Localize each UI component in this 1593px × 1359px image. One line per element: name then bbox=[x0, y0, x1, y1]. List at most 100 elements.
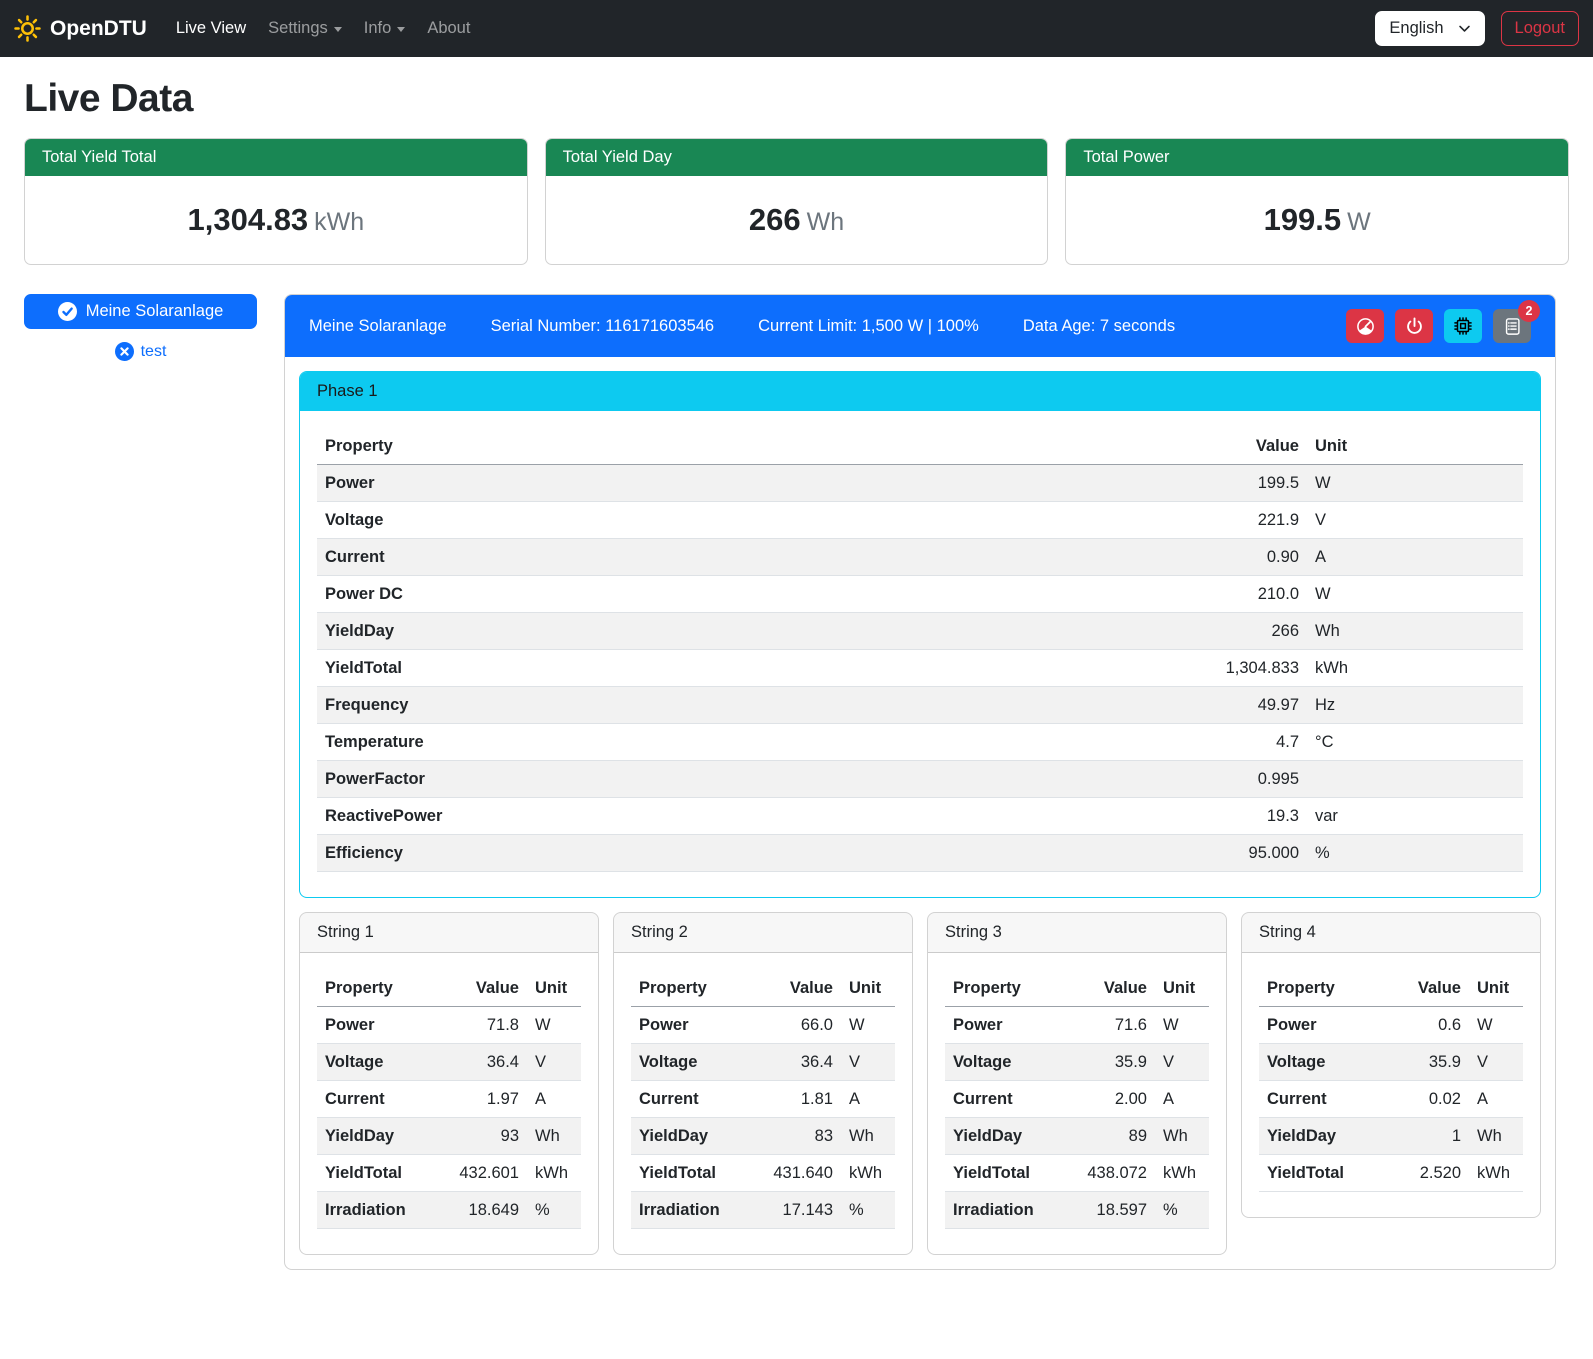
limit-settings-button[interactable] bbox=[1346, 309, 1384, 343]
string-table: PropertyValueUnitPower71.6WVoltage35.9VC… bbox=[945, 970, 1209, 1229]
value-cell: 438.072 bbox=[1063, 1155, 1155, 1192]
table-row: Voltage36.4V bbox=[317, 1044, 581, 1081]
table-row: Voltage36.4V bbox=[631, 1044, 895, 1081]
table-row: Current0.90A bbox=[317, 539, 1523, 576]
unit-cell bbox=[1307, 761, 1523, 798]
property-cell: Irradiation bbox=[945, 1192, 1063, 1229]
unit-cell: % bbox=[1155, 1192, 1209, 1229]
property-cell: YieldTotal bbox=[631, 1155, 749, 1192]
property-cell: Power bbox=[317, 1007, 435, 1044]
device-info-button[interactable] bbox=[1444, 309, 1482, 343]
value-cell: 17.143 bbox=[749, 1192, 841, 1229]
chevron-down-icon bbox=[334, 27, 342, 32]
property-cell: Temperature bbox=[317, 724, 1157, 761]
inverter-select-label: Meine Solaranlage bbox=[86, 302, 224, 321]
value-cell: 0.6 bbox=[1377, 1007, 1469, 1044]
phase-header: Phase 1 bbox=[300, 372, 1540, 411]
nav-menu: Live View Settings Info About bbox=[165, 10, 482, 47]
unit-cell: Wh bbox=[1155, 1118, 1209, 1155]
nav-item-settings[interactable]: Settings bbox=[257, 10, 353, 47]
value-cell: 0.995 bbox=[1157, 761, 1307, 798]
main-content: Live Data Total Yield Total 1,304.83kWh … bbox=[0, 57, 1593, 1286]
nav-item-live-view[interactable]: Live View bbox=[165, 10, 257, 47]
unit-cell: °C bbox=[1307, 724, 1523, 761]
logout-button[interactable]: Logout bbox=[1501, 11, 1579, 46]
value-cell: 35.9 bbox=[1063, 1044, 1155, 1081]
language-select[interactable]: English bbox=[1375, 11, 1484, 46]
summary-card-header: Total Power bbox=[1066, 139, 1568, 176]
string-card-2: String 2 PropertyValueUnitPower66.0WVolt… bbox=[613, 912, 913, 1255]
table-row: Current0.02A bbox=[1259, 1081, 1523, 1118]
table-row: Power DC210.0W bbox=[317, 576, 1523, 613]
string-body: PropertyValueUnitPower66.0WVoltage36.4VC… bbox=[614, 953, 912, 1254]
inverter-select-button[interactable]: Meine Solaranlage bbox=[24, 294, 257, 329]
property-cell: YieldDay bbox=[945, 1118, 1063, 1155]
summary-card-body: 266Wh bbox=[546, 176, 1048, 264]
inverter-test-link[interactable]: test bbox=[24, 342, 257, 361]
property-cell: Current bbox=[317, 1081, 435, 1118]
event-log-button[interactable]: 2 bbox=[1493, 309, 1531, 343]
property-cell: Current bbox=[1259, 1081, 1377, 1118]
property-cell: Power bbox=[1259, 1007, 1377, 1044]
unit-cell: A bbox=[527, 1081, 581, 1118]
table-header-row: PropertyValueUnit bbox=[317, 970, 581, 1007]
table-row: Efficiency95.000% bbox=[317, 835, 1523, 872]
column-header: Property bbox=[945, 970, 1063, 1007]
page-title: Live Data bbox=[24, 77, 1569, 121]
property-cell: Current bbox=[317, 539, 1157, 576]
table-row: PowerFactor0.995 bbox=[317, 761, 1523, 798]
table-row: YieldTotal438.072kWh bbox=[945, 1155, 1209, 1192]
summary-value: 266 bbox=[749, 202, 801, 237]
property-cell: YieldDay bbox=[631, 1118, 749, 1155]
value-cell: 83 bbox=[749, 1118, 841, 1155]
value-cell: 210.0 bbox=[1157, 576, 1307, 613]
value-cell: 199.5 bbox=[1157, 465, 1307, 502]
value-cell: 0.02 bbox=[1377, 1081, 1469, 1118]
unit-cell: W bbox=[1155, 1007, 1209, 1044]
property-cell: YieldTotal bbox=[317, 1155, 435, 1192]
value-cell: 1 bbox=[1377, 1118, 1469, 1155]
inverter-header: Meine Solaranlage Serial Number: 1161716… bbox=[285, 295, 1555, 357]
brand[interactable]: OpenDTU bbox=[14, 15, 147, 42]
property-cell: Frequency bbox=[317, 687, 1157, 724]
column-header: Unit bbox=[1469, 970, 1523, 1007]
table-row: YieldTotal2.520kWh bbox=[1259, 1155, 1523, 1192]
property-cell: Current bbox=[631, 1081, 749, 1118]
property-cell: YieldDay bbox=[1259, 1118, 1377, 1155]
sun-icon bbox=[14, 15, 41, 42]
unit-cell: V bbox=[1307, 502, 1523, 539]
property-cell: Irradiation bbox=[631, 1192, 749, 1229]
string-card-1: String 1 PropertyValueUnitPower71.8WVolt… bbox=[299, 912, 599, 1255]
summary-card-body: 199.5W bbox=[1066, 176, 1568, 264]
column-header: Property bbox=[317, 428, 1157, 465]
nav-item-about[interactable]: About bbox=[416, 10, 481, 47]
power-settings-button[interactable] bbox=[1395, 309, 1433, 343]
phase-table: PropertyValueUnitPower199.5WVoltage221.9… bbox=[317, 428, 1523, 872]
unit-cell: Hz bbox=[1307, 687, 1523, 724]
nav-item-info[interactable]: Info bbox=[353, 10, 417, 47]
string-body: PropertyValueUnitPower0.6WVoltage35.9VCu… bbox=[1242, 953, 1540, 1217]
table-row: Power71.6W bbox=[945, 1007, 1209, 1044]
unit-cell: W bbox=[841, 1007, 895, 1044]
property-cell: YieldTotal bbox=[1259, 1155, 1377, 1192]
property-cell: ReactivePower bbox=[317, 798, 1157, 835]
power-icon bbox=[1405, 317, 1424, 336]
string-card-4: String 4 PropertyValueUnitPower0.6WVolta… bbox=[1241, 912, 1541, 1218]
summary-card-total-power: Total Power 199.5W bbox=[1065, 138, 1569, 265]
value-cell: 0.90 bbox=[1157, 539, 1307, 576]
unit-cell: kWh bbox=[841, 1155, 895, 1192]
summary-card-total-yield-total: Total Yield Total 1,304.83kWh bbox=[24, 138, 528, 265]
value-cell: 71.6 bbox=[1063, 1007, 1155, 1044]
property-cell: Power bbox=[317, 465, 1157, 502]
value-cell: 431.640 bbox=[749, 1155, 841, 1192]
chevron-down-icon bbox=[1458, 22, 1471, 35]
value-cell: 18.649 bbox=[435, 1192, 527, 1229]
unit-cell: % bbox=[1307, 835, 1523, 872]
table-row: Irradiation18.649% bbox=[317, 1192, 581, 1229]
string-table: PropertyValueUnitPower0.6WVoltage35.9VCu… bbox=[1259, 970, 1523, 1192]
value-cell: 71.8 bbox=[435, 1007, 527, 1044]
column-header: Value bbox=[749, 970, 841, 1007]
inverter-actions: 2 bbox=[1346, 309, 1531, 343]
property-cell: Voltage bbox=[631, 1044, 749, 1081]
strings-row: String 1 PropertyValueUnitPower71.8WVolt… bbox=[299, 912, 1541, 1255]
